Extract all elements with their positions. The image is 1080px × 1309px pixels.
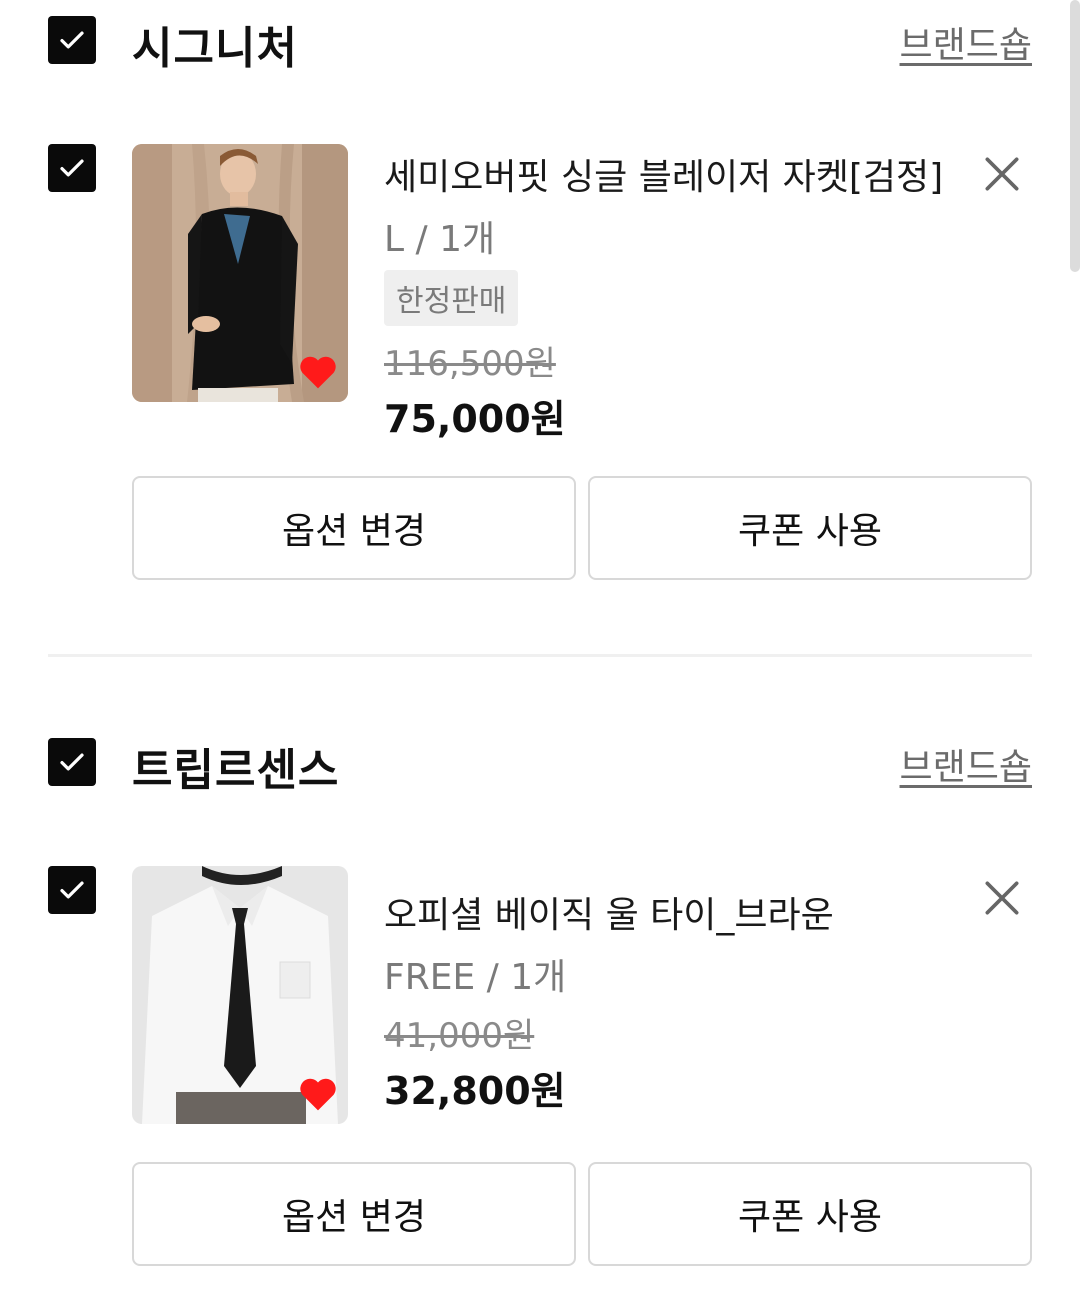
item-checkbox[interactable] <box>48 144 96 192</box>
option-change-button[interactable]: 옵션 변경 <box>132 1162 576 1266</box>
sale-price: 32,800원 <box>384 1069 566 1113</box>
original-price: 41,000원 <box>384 1016 535 1056</box>
limited-badge: 한정판매 <box>384 270 519 326</box>
close-icon[interactable] <box>980 152 1024 196</box>
heart-icon[interactable] <box>298 1076 338 1112</box>
product-image[interactable] <box>132 144 348 402</box>
brand-checkbox[interactable] <box>48 16 96 64</box>
check-icon <box>60 31 84 49</box>
heart-icon[interactable] <box>298 354 338 390</box>
item-checkbox[interactable] <box>48 866 96 914</box>
brand-checkbox[interactable] <box>48 738 96 786</box>
option-change-button[interactable]: 옵션 변경 <box>132 476 576 580</box>
check-icon <box>60 753 84 771</box>
product-name[interactable]: 오피셜 베이직 울 타이_브라운 <box>384 886 834 938</box>
brandshop-link[interactable]: 브랜드숍 <box>900 738 1032 790</box>
coupon-use-button[interactable]: 쿠폰 사용 <box>588 1162 1032 1266</box>
check-icon <box>60 881 84 899</box>
product-option: L / 1개 <box>384 219 496 260</box>
scrollbar[interactable] <box>1070 0 1080 272</box>
brand-title: 시그니처 <box>132 23 298 74</box>
brand-title: 트립르센스 <box>132 745 340 796</box>
close-icon[interactable] <box>980 876 1024 920</box>
brandshop-link[interactable]: 브랜드숍 <box>900 16 1032 68</box>
coupon-use-button[interactable]: 쿠폰 사용 <box>588 476 1032 580</box>
product-image[interactable] <box>132 866 348 1124</box>
original-price: 116,500원 <box>384 344 556 384</box>
product-name[interactable]: 세미오버핏 싱글 블레이저 자켓[검정] <box>384 148 943 200</box>
sale-price: 75,000원 <box>384 397 566 441</box>
check-icon <box>60 159 84 177</box>
product-option: FREE / 1개 <box>384 957 567 998</box>
section-divider <box>48 654 1032 657</box>
